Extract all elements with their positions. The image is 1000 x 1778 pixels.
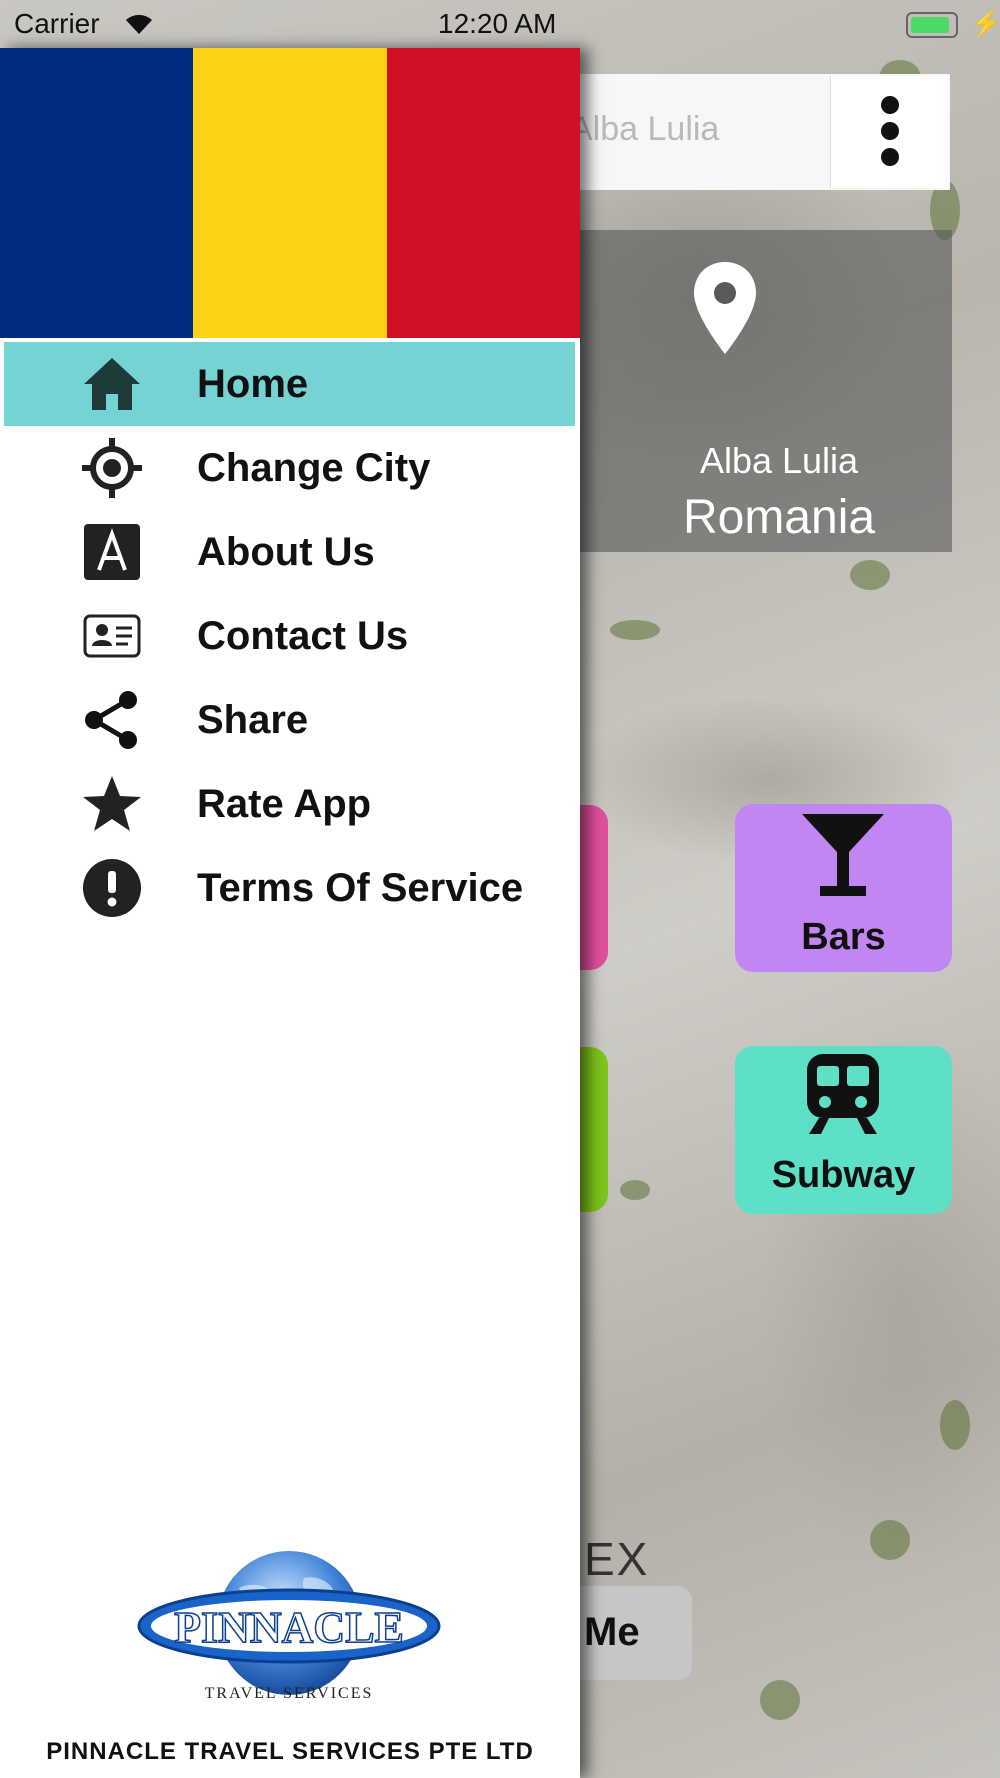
city-name: Alba Lulia [699,440,859,481]
exclamation-icon [83,859,141,917]
drawer-item-terms-of-service[interactable]: Terms Of Service [4,846,575,930]
locate-me-label: Me [584,1610,640,1654]
location-pin-icon [694,262,756,354]
drawer-item-label: Contact Us [197,614,409,658]
navigation-drawer: Home Change City About Us Contact Us Sha… [0,48,580,1778]
star-icon [83,776,141,831]
drawer-item-label: Home [197,362,309,406]
status-time: 12:20 AM [438,8,557,39]
flag-stripe-blue [0,48,194,338]
subway-train-icon [807,1054,879,1134]
wifi-icon [126,14,152,34]
bars-tile[interactable]: Bars [735,804,952,972]
subway-tile[interactable]: Subway [735,1046,952,1214]
drawer-item-change-city[interactable]: Change City [4,426,575,510]
share-icon [85,691,137,749]
drawer-item-share[interactable]: Share [4,678,575,762]
search-input-value: Alba Lulia [570,110,720,148]
drawer-item-label: Share [197,698,309,742]
drawer-item-about-us[interactable]: About Us [4,510,575,594]
more-dot [881,122,899,140]
country-flag-header [0,48,580,338]
subway-label: Subway [771,1154,916,1196]
battery-icon [906,12,958,38]
charging-icon: ⚡ [970,8,1000,38]
gps-target-icon [82,438,142,498]
drawer-item-label: Change City [197,446,431,490]
country-name: Romania [682,491,876,544]
logo-tagline: TRAVEL SERVICES [205,1685,374,1702]
status-bar: Carrier 12:20 AM ⚡ [0,0,1000,48]
contact-card-icon [83,614,141,658]
home-icon [84,358,140,410]
drawer-item-rate-app[interactable]: Rate App [4,762,575,846]
carrier-label: Carrier [14,8,100,39]
drawer-item-label: Rate App [197,782,372,826]
cocktail-glass-icon [802,814,884,896]
flag-stripe-yellow [193,48,387,338]
drawer-item-contact-us[interactable]: Contact Us [4,594,575,678]
drawer-item-label: About Us [197,530,375,574]
bars-label: Bars [801,916,886,958]
more-dot [881,96,899,114]
more-dot [881,148,899,166]
letter-a-icon [84,524,140,580]
more-options-button[interactable] [830,76,949,188]
flag-stripe-red [386,48,580,338]
section-heading-partial: EX [584,1533,650,1585]
drawer-item-home[interactable]: Home [4,342,575,426]
company-name: PINNACLE TRAVEL SERVICES PTE LTD [46,1738,534,1765]
drawer-item-label: Terms Of Service [197,866,524,910]
logo-wordmark: PINNACLE [174,1603,404,1652]
location-card[interactable]: Alba Lulia Romania [560,230,952,552]
pinnacle-logo: PINNACLE TRAVEL SERVICES [137,1551,441,1702]
